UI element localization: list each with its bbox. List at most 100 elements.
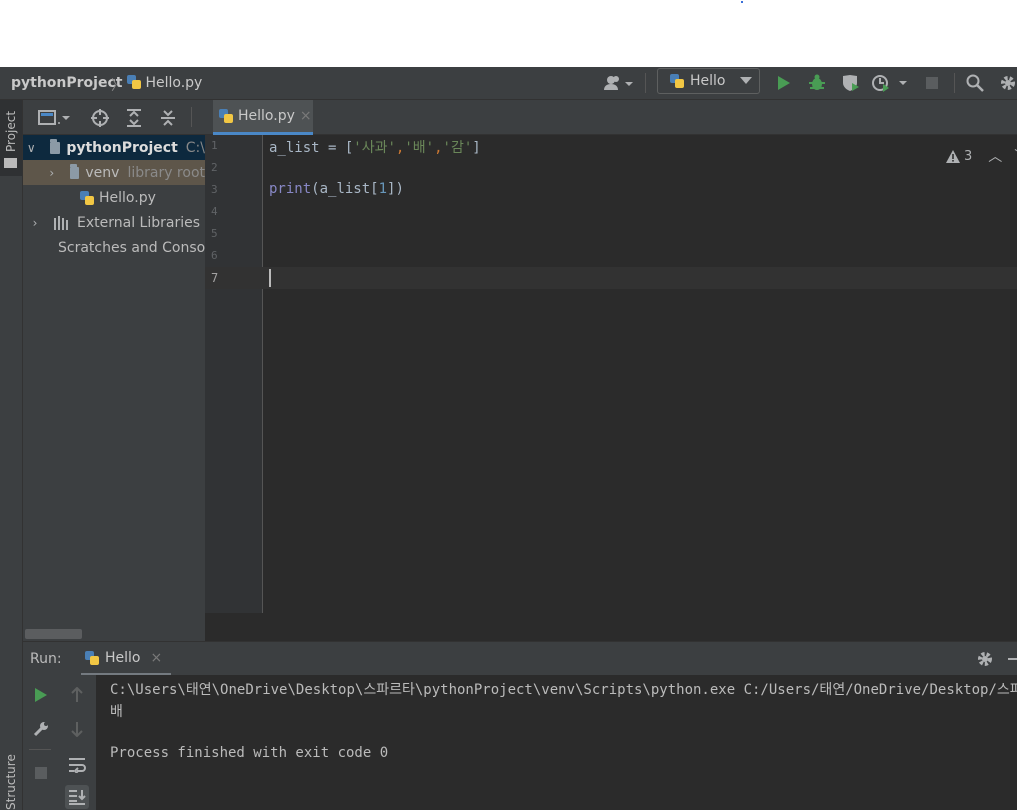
tree-ext-libs-label: External Libraries <box>77 214 200 231</box>
navigation-bar: pythonProject 〉 Hello.py Hello <box>0 67 1017 100</box>
breadcrumb-file-label: Hello.py <box>145 75 203 91</box>
run-config-dropdown[interactable]: Hello <box>657 68 760 94</box>
python-file-icon <box>80 190 94 205</box>
top-blank-area <box>0 0 1017 67</box>
editor-tab-hello[interactable]: Hello.py × <box>213 100 313 135</box>
collapse-all-icon[interactable] <box>157 106 179 130</box>
console-line: 배 <box>110 704 123 720</box>
python-run-icon <box>85 650 99 665</box>
expand-all-icon[interactable] <box>123 106 145 130</box>
scrollbar-thumb[interactable] <box>25 629 82 639</box>
chevron-down-icon <box>739 77 752 84</box>
chevron-up-icon[interactable]: ︿ <box>988 146 1002 166</box>
toolbar-separator <box>645 73 646 93</box>
python-config-icon <box>670 74 684 88</box>
line-number: 5 <box>211 227 218 240</box>
run-label: Run: <box>30 651 62 667</box>
left-tool-strip: Project Structure <box>0 100 23 810</box>
code-string: '사과' <box>353 140 396 156</box>
inspection-widget[interactable]: 3 ︿ ﹀ <box>946 146 1017 166</box>
editor-bottom-area <box>205 613 1017 641</box>
run-panel-header: Run: Hello × <box>23 641 1017 676</box>
code-token: ]) <box>387 181 404 197</box>
toolbar-separator <box>954 73 955 93</box>
breadcrumb-project[interactable]: pythonProject <box>11 75 122 91</box>
code-token: (a_list[ <box>311 181 379 197</box>
breadcrumb-separator: 〉 <box>111 78 125 94</box>
view-mode-icon[interactable] <box>37 106 77 130</box>
run-tab-hello[interactable]: Hello × <box>81 642 171 676</box>
tree-file-label: Hello.py <box>99 189 156 206</box>
warning-icon <box>946 149 960 163</box>
tree-scratches-row[interactable]: Scratches and Consoles <box>23 235 205 260</box>
soft-wrap-icon[interactable] <box>65 753 89 777</box>
tree-venv-hint: library root <box>127 164 205 181</box>
arrow-down-icon[interactable] <box>65 717 89 741</box>
tree-venv-label: venv <box>85 164 120 181</box>
project-tool-tab[interactable]: Project <box>0 100 22 176</box>
run-config-label: Hello <box>690 73 726 89</box>
structure-tab-label[interactable]: Structure <box>4 754 18 810</box>
run-tab-label: Hello <box>105 649 141 666</box>
settings-gear-icon[interactable] <box>974 647 996 671</box>
top-dot <box>741 1 743 3</box>
search-icon[interactable] <box>964 71 986 95</box>
stop-icon[interactable] <box>29 761 53 785</box>
code-string: '배' <box>404 140 435 156</box>
code-line-3: print(a_list[1]) <box>269 181 404 197</box>
wrench-icon[interactable] <box>29 717 53 741</box>
editor-tab-bar: Hello.py × <box>205 100 1017 135</box>
debug-bug-icon[interactable] <box>806 71 828 95</box>
tree-external-libraries-row[interactable]: › External Libraries <box>23 210 205 235</box>
chevron-down-icon[interactable]: ∨ <box>26 141 36 155</box>
code-token: a_list = [ <box>269 140 354 156</box>
console-line: C:\Users\태연\OneDrive\Desktop\스파르타\python… <box>110 682 1017 698</box>
project-panel-toolbar <box>23 100 205 135</box>
scroll-to-end-icon[interactable] <box>65 785 89 809</box>
rerun-play-icon[interactable] <box>29 683 53 707</box>
profiler-icon[interactable] <box>870 71 908 95</box>
project-folder-icon <box>4 158 17 168</box>
run-toolstrip <box>23 675 96 810</box>
code-number: 1 <box>378 181 388 197</box>
locate-icon[interactable] <box>89 106 111 130</box>
stop-icon[interactable] <box>922 71 942 95</box>
code-line-1: a_list = ['사과','배','감'] <box>269 137 481 157</box>
settings-gear-icon[interactable] <box>998 71 1017 95</box>
code-comma: , <box>434 140 443 156</box>
tree-scratches-label: Scratches and Consoles <box>58 239 205 256</box>
tree-root-path: C:\ <box>185 139 205 156</box>
arrow-up-icon[interactable] <box>65 683 89 707</box>
folder-icon <box>70 163 80 179</box>
project-tab-label: Project <box>4 110 18 152</box>
line-number: 6 <box>211 249 218 262</box>
tree-hello-file-row[interactable]: Hello.py <box>23 185 205 210</box>
close-icon[interactable]: × <box>151 650 163 666</box>
libraries-icon <box>54 215 68 230</box>
chevron-right-icon[interactable]: › <box>47 166 56 180</box>
project-tree: ∨ pythonProject C:\ › venv library root … <box>23 135 205 641</box>
minimize-icon[interactable] <box>1007 647 1017 671</box>
coverage-icon[interactable] <box>840 71 862 95</box>
tree-root-name: pythonProject <box>66 139 178 156</box>
python-file-icon <box>127 75 141 89</box>
close-icon[interactable]: × <box>300 108 312 124</box>
line-number: 4 <box>211 205 218 218</box>
account-icon[interactable] <box>600 71 636 95</box>
text-caret <box>269 269 271 287</box>
line-number: 1 <box>211 139 218 152</box>
chevron-right-icon[interactable]: › <box>26 216 44 230</box>
line-number-current: 7 <box>211 271 219 285</box>
line-number: 2 <box>211 161 218 174</box>
code-builtin: print <box>269 181 312 197</box>
console-line: Process finished with exit code 0 <box>110 745 389 761</box>
tree-root-row[interactable]: ∨ pythonProject C:\ <box>23 135 205 160</box>
run-play-icon[interactable] <box>774 71 794 95</box>
current-line-highlight <box>205 267 1017 289</box>
folder-icon <box>50 138 61 154</box>
code-editor[interactable] <box>263 135 1017 613</box>
code-string: '감' <box>442 140 473 156</box>
toolstrip-divider <box>29 749 51 750</box>
breadcrumb-file[interactable]: Hello.py <box>127 75 202 91</box>
tree-venv-row[interactable]: › venv library root <box>23 160 205 185</box>
